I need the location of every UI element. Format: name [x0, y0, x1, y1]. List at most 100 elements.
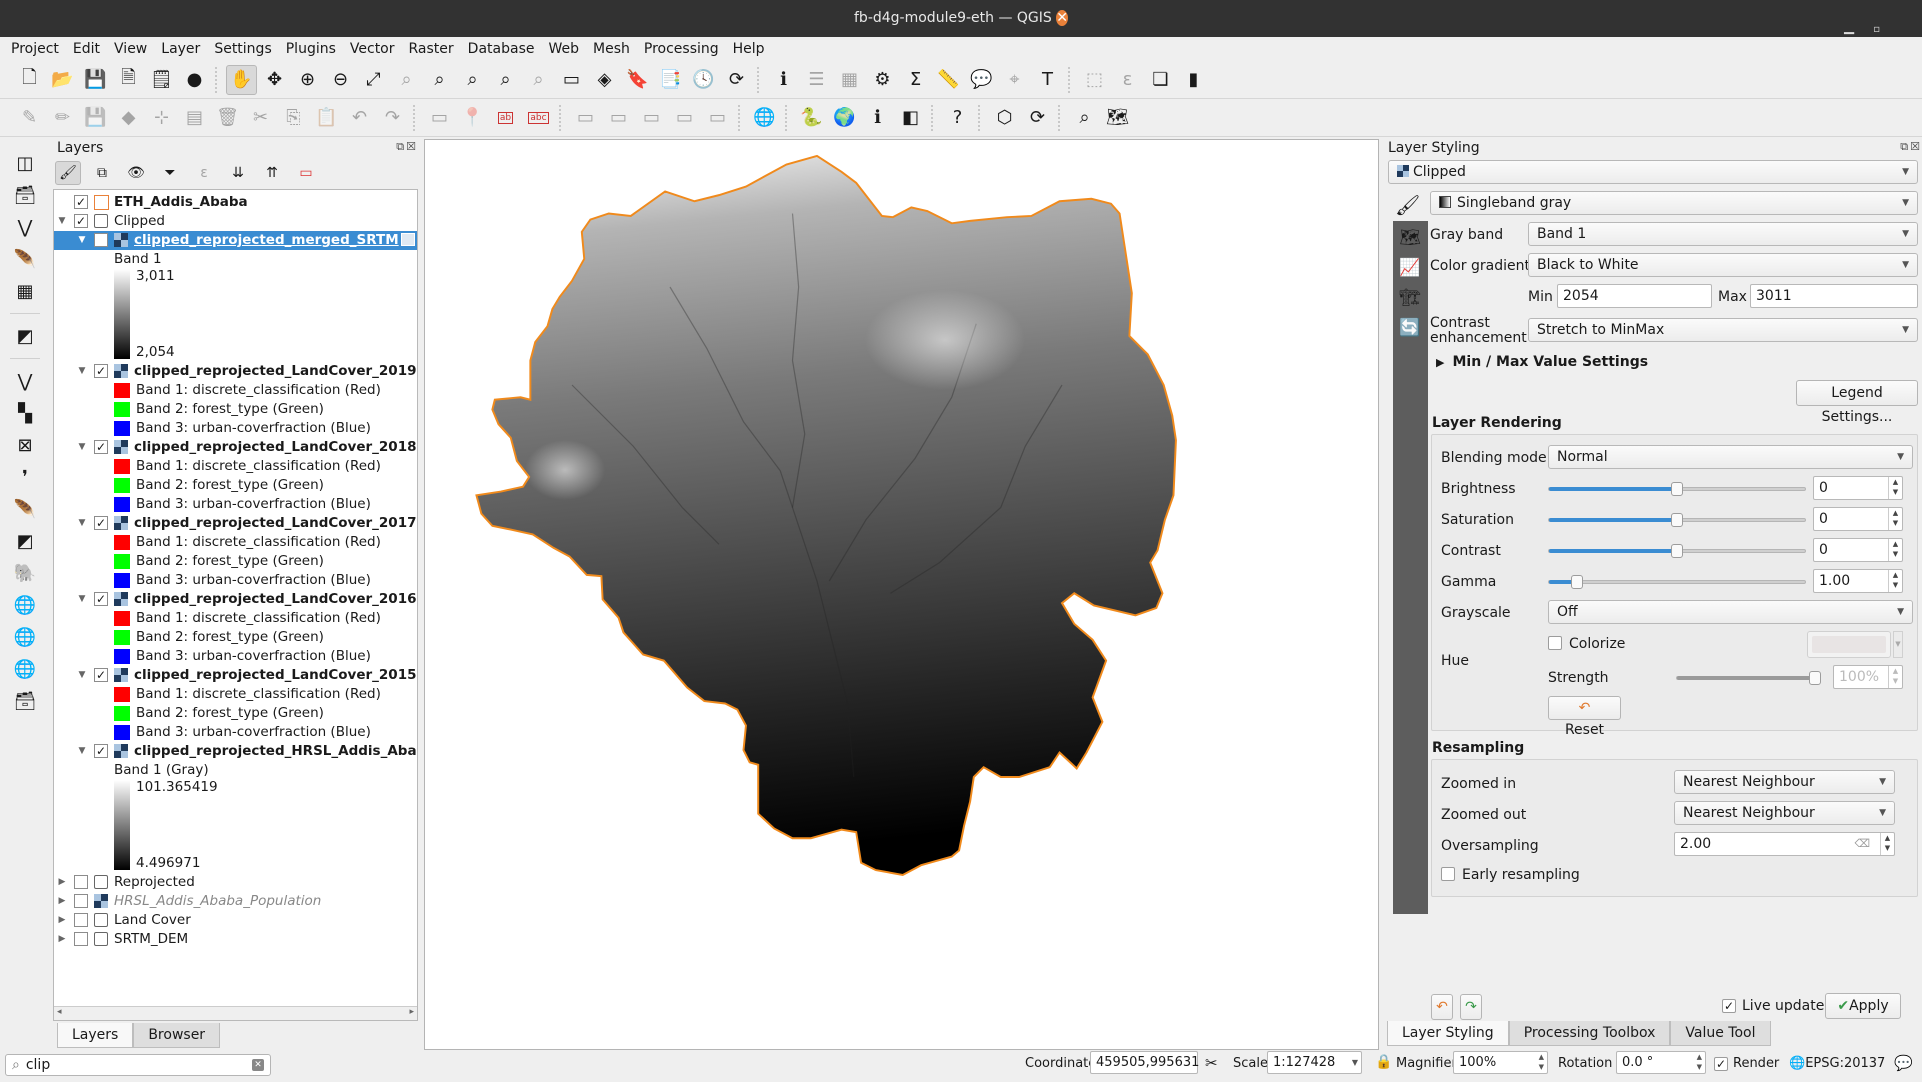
- messages-icon[interactable]: 💬: [1894, 1054, 1913, 1072]
- expand-toggle-icon[interactable]: ▶: [56, 892, 68, 911]
- cut-features-button[interactable]: ✂: [245, 103, 276, 133]
- menu-project[interactable]: Project: [4, 37, 66, 61]
- map-tips-button[interactable]: 💬: [966, 65, 997, 95]
- styling-dock-buttons[interactable]: ⧉☒: [1900, 140, 1922, 154]
- zoom-last-button[interactable]: ⌕: [490, 65, 521, 95]
- move-label-button[interactable]: ▭: [636, 103, 667, 133]
- measure-line-button[interactable]: 📏: [933, 65, 964, 95]
- change-label-button[interactable]: ▭: [702, 103, 733, 133]
- processing-toolbox-button[interactable]: ⚙: [867, 65, 898, 95]
- slider-handle[interactable]: [1571, 575, 1584, 589]
- open-google-earth-button[interactable]: 🌍: [829, 103, 860, 133]
- menu-plugins[interactable]: Plugins: [279, 37, 343, 61]
- spin-arrows-icon[interactable]: ▲ ▼: [1697, 1052, 1702, 1072]
- expand-toggle-icon[interactable]: ▼: [76, 231, 88, 250]
- new-virtual-layer-button[interactable]: ▦: [7, 277, 43, 305]
- gamma-slider[interactable]: [1548, 575, 1806, 589]
- add-mesh-layer-button[interactable]: ⊠: [7, 431, 43, 459]
- max-input[interactable]: 3011: [1750, 284, 1918, 308]
- select-features-button[interactable]: ⬚: [1079, 65, 1110, 95]
- highlight-pinned-labels-button[interactable]: ▭: [570, 103, 601, 133]
- magnifier-spinbox[interactable]: 100% ▲ ▼: [1453, 1051, 1548, 1074]
- embedded-widget-icon[interactable]: [401, 233, 415, 246]
- menu-settings[interactable]: Settings: [207, 37, 278, 61]
- manage-map-themes-button[interactable]: 👁: [123, 161, 149, 185]
- new-3d-map-view-button[interactable]: ◈: [589, 65, 620, 95]
- spin-arrows-icon[interactable]: ▲ ▼: [1888, 666, 1902, 688]
- expand-toggle-icon[interactable]: ▼: [76, 514, 88, 533]
- eth_addis_ababa-visibility-checkbox[interactable]: ✓: [74, 195, 88, 209]
- select-by-expression-button[interactable]: ε: [1112, 65, 1143, 95]
- swipe-tool-button[interactable]: ◧: [895, 103, 926, 133]
- undo-button[interactable]: ↶: [344, 103, 375, 133]
- save-layer-edits-button[interactable]: 💾: [80, 103, 111, 133]
- new-shapefile-layer-button[interactable]: ⋁: [7, 213, 43, 241]
- filter-legend-button[interactable]: ⏷: [157, 161, 183, 185]
- layer-tree-item[interactable]: ▶ Land Cover: [54, 911, 417, 930]
- tab-layers[interactable]: Layers: [57, 1023, 134, 1048]
- map-canvas[interactable]: [424, 139, 1379, 1050]
- add-wfs-layer-button[interactable]: 🌐: [7, 623, 43, 651]
- expand-all-button[interactable]: ⇊: [225, 161, 251, 185]
- toggle-extents-icon[interactable]: ✂: [1205, 1054, 1218, 1072]
- color-gradient-select[interactable]: Black to White ▼: [1528, 253, 1918, 277]
- menu-processing[interactable]: Processing: [637, 37, 726, 61]
- clipped_reprojected_landcover_2018-visibility-checkbox[interactable]: ✓: [94, 440, 108, 454]
- apply-button[interactable]: ✔Apply: [1825, 993, 1901, 1019]
- data-source-manager-button[interactable]: ◫: [7, 149, 43, 177]
- undo-style-button[interactable]: ↶: [1431, 994, 1453, 1020]
- filter-by-expression-button[interactable]: ε: [191, 161, 217, 185]
- expand-toggle-icon[interactable]: ▼: [76, 590, 88, 609]
- menu-database[interactable]: Database: [461, 37, 542, 61]
- layer-tree-item[interactable]: ▼ ✓ clipped_reprojected_LandCover_2017: [54, 514, 417, 533]
- topology-checker-button[interactable]: ⬡: [989, 103, 1020, 133]
- transparency-tab-icon[interactable]: 🏗: [1397, 285, 1423, 311]
- identify-features-button[interactable]: ℹ: [768, 65, 799, 95]
- grayscale-select[interactable]: Off ▼: [1548, 600, 1913, 624]
- expand-toggle-icon[interactable]: ▼: [76, 362, 88, 381]
- spin-arrows-icon[interactable]: ▲ ▼: [1539, 1052, 1544, 1072]
- clipped_reprojected_landcover_2015-visibility-checkbox[interactable]: ✓: [94, 668, 108, 682]
- menu-vector[interactable]: Vector: [343, 37, 402, 61]
- layer-tree-item[interactable]: ▶ Reprojected: [54, 873, 417, 892]
- reset-hue-button[interactable]: ↶ Reset: [1548, 696, 1621, 738]
- land cover-visibility-checkbox[interactable]: [74, 913, 88, 927]
- modify-attributes-button[interactable]: ▤: [179, 103, 210, 133]
- field-calculator-button[interactable]: ▦: [834, 65, 865, 95]
- layer-tree-item[interactable]: ▼ ✓ clipped_reprojected_LandCover_2018: [54, 438, 417, 457]
- saturation-spinbox[interactable]: 0 ▲ ▼: [1813, 507, 1903, 531]
- colorize-checkbox[interactable]: [1548, 636, 1562, 650]
- text-annotation-button[interactable]: T: [1032, 65, 1063, 95]
- legend-settings-button[interactable]: Legend Settings...: [1796, 380, 1918, 425]
- scale-combo[interactable]: 1:127428 ▼: [1267, 1051, 1362, 1074]
- expand-toggle-icon[interactable]: ▼: [76, 666, 88, 685]
- collapse-all-button[interactable]: ⇈: [259, 161, 285, 185]
- menu-layer[interactable]: Layer: [154, 37, 207, 61]
- redo-button[interactable]: ↷: [377, 103, 408, 133]
- open-attribute-table-button[interactable]: ☰: [801, 65, 832, 95]
- menu-mesh[interactable]: Mesh: [586, 37, 637, 61]
- show-hide-labels-button[interactable]: ▭: [603, 103, 634, 133]
- select-by-location-button[interactable]: ⌖: [999, 65, 1030, 95]
- expand-toggle-icon[interactable]: ▼: [76, 742, 88, 761]
- rotate-label-button[interactable]: ▭: [669, 103, 700, 133]
- coordinate-input[interactable]: 459505,995631: [1090, 1051, 1199, 1074]
- spin-arrows-icon[interactable]: ▲ ▼: [1888, 477, 1902, 499]
- layer-tree-item[interactable]: ▼ ✓ Clipped: [54, 212, 417, 231]
- spin-arrows-icon[interactable]: ▲ ▼: [1888, 570, 1902, 592]
- zoom-full-button[interactable]: ⤢: [358, 65, 389, 95]
- menu-web[interactable]: Web: [541, 37, 586, 61]
- search-plugin-button[interactable]: ⌕: [1069, 103, 1100, 133]
- deselect-all-button[interactable]: ❏: [1145, 65, 1176, 95]
- live-update-checkbox[interactable]: ✓: [1722, 999, 1736, 1013]
- add-postgis-layer-button[interactable]: 🐘: [7, 559, 43, 587]
- clear-icon[interactable]: ⌫: [1854, 833, 1870, 855]
- vertex-tool-button[interactable]: ⊹: [146, 103, 177, 133]
- add-delimited-text-layer-button[interactable]: ❜: [7, 463, 43, 491]
- spin-arrows-icon[interactable]: ▲ ▼: [1888, 508, 1902, 530]
- gamma-spinbox[interactable]: 1.00 ▲ ▼: [1813, 569, 1903, 593]
- menu-edit[interactable]: Edit: [66, 37, 107, 61]
- zoom-in-button[interactable]: ⊕: [292, 65, 323, 95]
- refresh-button[interactable]: ⟳: [721, 65, 752, 95]
- menu-raster[interactable]: Raster: [402, 37, 461, 61]
